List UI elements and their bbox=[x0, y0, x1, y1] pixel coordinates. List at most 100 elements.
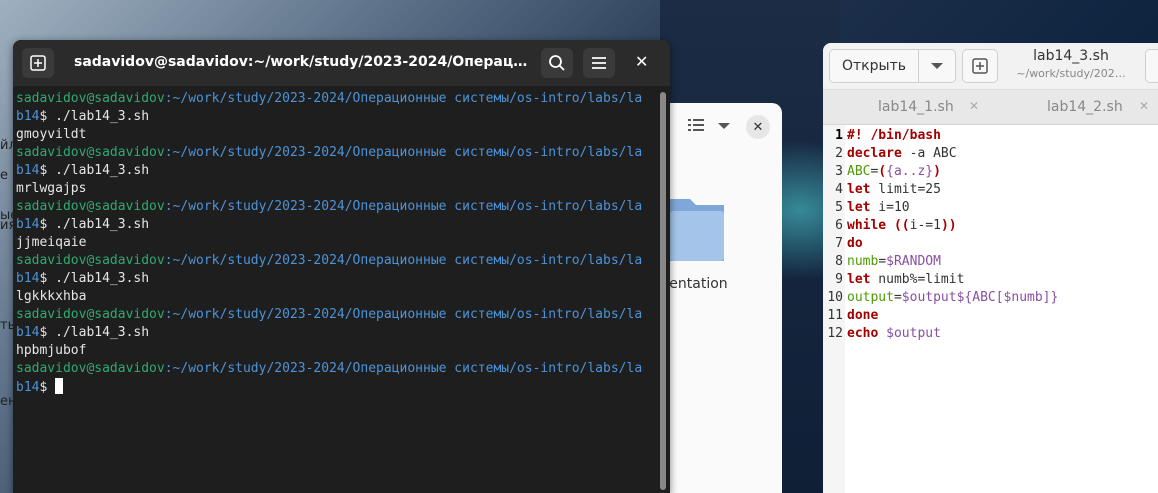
line-number: 7 bbox=[835, 236, 843, 251]
command-text: $ ./lab14_3.sh bbox=[39, 325, 150, 340]
code-token: echo bbox=[847, 326, 879, 341]
code-line: 5 let i=10 bbox=[823, 199, 1158, 217]
editor-header: Открыть lab14_3.sh ~/work/study/202… bbox=[823, 43, 1158, 90]
editor-tab-bar: lab14_1.sh ✕ lab14_2.sh ✕ bbox=[823, 90, 1158, 125]
terminal-window: sadavidov@sadavidov:~/work/study/2023-20… bbox=[13, 40, 670, 493]
code-token: do bbox=[847, 236, 863, 251]
file-manager-close-button[interactable]: ✕ bbox=[746, 115, 770, 139]
line-number: 1 bbox=[835, 128, 843, 143]
prompt-path: :~/work/study/2023-2024/Операционные сис… bbox=[164, 91, 643, 106]
view-options-chevron-icon[interactable] bbox=[718, 123, 730, 129]
prompt-path-continuation: b14 bbox=[16, 380, 40, 395]
code-token: (( bbox=[893, 218, 910, 233]
code-token: $RANDOM bbox=[886, 254, 941, 269]
editor-subtitle: ~/work/study/202… bbox=[1016, 67, 1126, 80]
folder-label: sentation bbox=[662, 276, 728, 292]
command-text: $ bbox=[39, 380, 56, 395]
open-dropdown-button[interactable] bbox=[918, 49, 956, 83]
code-token: output bbox=[847, 290, 894, 305]
new-document-button[interactable] bbox=[962, 49, 998, 83]
terminal-line: gmoyvildt bbox=[16, 126, 656, 144]
command-output: lgkkkxhba bbox=[16, 289, 87, 304]
code-token: ABC bbox=[847, 164, 871, 179]
code-token: limit=25 bbox=[870, 182, 941, 197]
line-number: 8 bbox=[835, 254, 843, 269]
code-token: done bbox=[847, 308, 879, 323]
prompt-user: sadavidov@sadavidov bbox=[16, 145, 165, 160]
code-area[interactable]: 1 #! /bin/bash 2 declare -a ABC 3 ABC = ({a..z}… bbox=[823, 127, 1158, 343]
code-token: $output${ABC[$numb]} bbox=[901, 290, 1059, 305]
code-token: {a..z} bbox=[886, 164, 934, 179]
terminal-line: sadavidov@sadavidov:~/work/study/2023-20… bbox=[16, 198, 656, 216]
prompt-path-continuation: b14 bbox=[16, 271, 40, 286]
code-line: 11 done bbox=[823, 307, 1158, 325]
menu-button[interactable] bbox=[583, 48, 615, 78]
terminal-line: b14$ ./lab14_3.sh bbox=[16, 216, 656, 234]
terminal-line: sadavidov@sadavidov:~/work/study/2023-20… bbox=[16, 144, 656, 162]
command-output: mrlwgajps bbox=[16, 181, 87, 196]
terminal-line: b14$ ./lab14_3.sh bbox=[16, 108, 656, 126]
terminal-line: lgkkkxhba bbox=[16, 288, 656, 306]
plus-icon bbox=[972, 58, 988, 74]
open-button[interactable]: Открыть bbox=[829, 49, 919, 83]
prompt-path: :~/work/study/2023-2024/Операционные сис… bbox=[164, 145, 643, 160]
terminal-line: mrlwgajps bbox=[16, 180, 656, 198]
new-tab-button[interactable] bbox=[22, 48, 54, 78]
code-token: i=10 bbox=[870, 200, 910, 215]
terminal-header: sadavidov@sadavidov:~/work/study/2023-20… bbox=[13, 40, 670, 86]
tab-lab14-2[interactable]: lab14_2.sh bbox=[1047, 99, 1123, 115]
terminal-line: hpbmjubof bbox=[16, 342, 656, 360]
terminal-line: sadavidov@sadavidov:~/work/study/2023-20… bbox=[16, 252, 656, 270]
code-token: $output bbox=[886, 326, 941, 341]
code-line: 9 let numb%=limit bbox=[823, 271, 1158, 289]
code-token: declare bbox=[847, 146, 902, 161]
code-line: 8 numb=$RANDOM bbox=[823, 253, 1158, 271]
search-button[interactable] bbox=[541, 48, 573, 78]
prompt-user: sadavidov@sadavidov bbox=[16, 199, 165, 214]
folder-icon[interactable] bbox=[670, 189, 724, 261]
prompt-path: :~/work/study/2023-2024/Операционные сис… bbox=[164, 199, 643, 214]
line-number: 2 bbox=[835, 146, 843, 161]
terminal-scrollbar[interactable] bbox=[660, 92, 666, 490]
command-text: $ ./lab14_3.sh bbox=[39, 109, 150, 124]
code-token: let bbox=[847, 182, 871, 197]
save-button[interactable] bbox=[1145, 49, 1158, 83]
code-token: ) bbox=[933, 164, 941, 179]
background-window-text: е bbox=[0, 168, 8, 183]
code-token: -a ABC bbox=[901, 146, 957, 161]
terminal-title: sadavidov@sadavidov:~/work/study/2023-20… bbox=[74, 54, 534, 70]
command-text: $ ./lab14_3.sh bbox=[39, 163, 150, 178]
prompt-user: sadavidov@sadavidov bbox=[16, 361, 165, 376]
terminal-line: b14$ ./lab14_3.sh bbox=[16, 162, 656, 180]
tab-lab14-1[interactable]: lab14_1.sh bbox=[878, 99, 954, 115]
line-number: 9 bbox=[835, 272, 843, 287]
prompt-path-continuation: b14 bbox=[16, 163, 40, 178]
line-number: 4 bbox=[835, 182, 843, 197]
command-output: jjmeiqaie bbox=[16, 235, 87, 250]
close-icon[interactable]: ✕ bbox=[969, 99, 979, 113]
prompt-path: :~/work/study/2023-2024/Операционные сис… bbox=[164, 253, 643, 268]
terminal-close-button[interactable]: ✕ bbox=[635, 52, 648, 71]
line-number: 10 bbox=[827, 290, 843, 305]
code-token: ( bbox=[878, 164, 887, 179]
terminal-line: sadavidov@sadavidov:~/work/study/2023-20… bbox=[16, 360, 656, 378]
code-token: )) bbox=[940, 218, 957, 233]
prompt-path-continuation: b14 bbox=[16, 217, 40, 232]
code-line: 7 do bbox=[823, 235, 1158, 253]
command-output: hpbmjubof bbox=[16, 343, 87, 358]
line-number: 11 bbox=[827, 308, 843, 323]
prompt-user: sadavidov@sadavidov bbox=[16, 91, 165, 106]
terminal-line: jjmeiqaie bbox=[16, 234, 656, 252]
terminal-line: b14$ ./lab14_3.sh bbox=[16, 324, 656, 342]
hamburger-menu-icon bbox=[592, 57, 606, 69]
terminal-output[interactable]: sadavidov@sadavidov:~/work/study/2023-20… bbox=[16, 90, 656, 490]
search-icon bbox=[549, 55, 565, 71]
prompt-path-continuation: b14 bbox=[16, 325, 40, 340]
code-token: let bbox=[847, 272, 871, 287]
close-icon[interactable]: ✕ bbox=[1139, 99, 1149, 113]
line-number: 12 bbox=[827, 326, 843, 341]
prompt-path: :~/work/study/2023-2024/Операционные сис… bbox=[164, 361, 643, 376]
code-line: 10 output=$output${ABC[$numb]} bbox=[823, 289, 1158, 307]
code-token: #! /bin/bash bbox=[847, 128, 941, 143]
list-view-icon[interactable] bbox=[688, 118, 704, 132]
